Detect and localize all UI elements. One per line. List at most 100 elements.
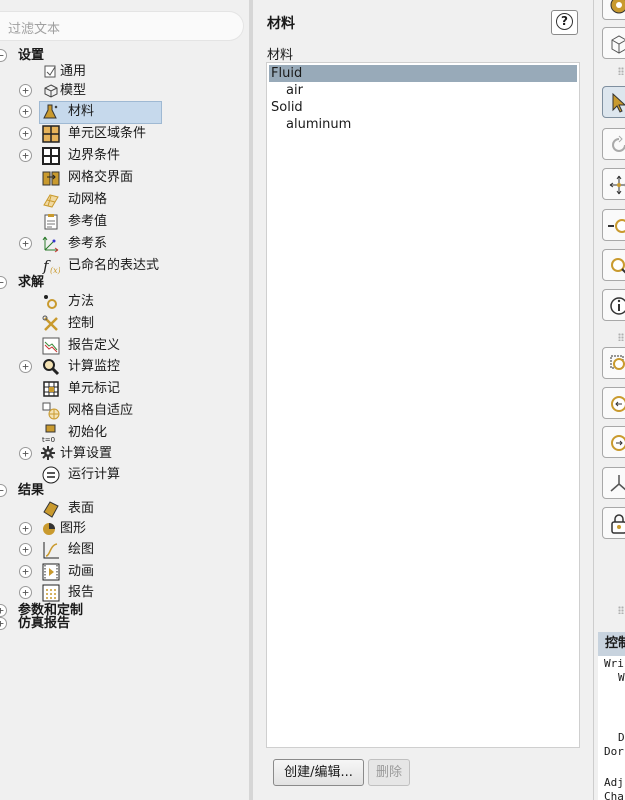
tree-item-materials[interactable]: + 材料 <box>0 101 240 124</box>
probe-info-button[interactable] <box>602 289 625 321</box>
expand-icon[interactable]: + <box>19 522 32 535</box>
expand-icon[interactable]: + <box>19 360 32 373</box>
tree-item-mesh-interfaces[interactable]: 网格交界面 <box>0 167 240 188</box>
initialization-icon: t=0 <box>42 424 56 444</box>
pointer-icon <box>612 92 625 113</box>
mesh-adapt-icon <box>42 402 60 420</box>
toolbar-grip <box>618 606 624 614</box>
zoom-next-icon <box>611 435 625 451</box>
report-chart-icon <box>42 337 60 355</box>
tree-item-animations[interactable]: + 动画 <box>0 561 240 582</box>
tree-item-methods[interactable]: 方法 <box>0 291 240 312</box>
reference-values-icon <box>44 214 58 230</box>
filter-input[interactable]: 过滤文本 <box>0 11 244 41</box>
expand-icon[interactable]: + <box>19 149 32 162</box>
dynamic-mesh-icon <box>43 194 59 208</box>
mesh-interface-icon <box>42 171 60 186</box>
info-icon <box>610 297 625 315</box>
tree-item-general[interactable]: 通用 <box>0 61 240 82</box>
console-line: Wri <box>604 657 624 670</box>
animation-icon <box>42 563 60 581</box>
general-icon <box>44 65 56 78</box>
expand-icon[interactable]: + <box>19 105 32 118</box>
expand-icon[interactable]: + <box>19 127 32 140</box>
tree-item-dynamic-mesh[interactable]: 动网格 <box>0 189 240 210</box>
expand-icon[interactable]: + <box>19 565 32 578</box>
surface-icon <box>43 501 59 518</box>
collapse-icon[interactable]: − <box>0 276 7 289</box>
list-item-solid[interactable]: Solid <box>271 99 303 116</box>
tree-item-cell-registers[interactable]: 单元标记 <box>0 378 240 399</box>
plot-icon <box>43 542 59 559</box>
zoom-previous-icon <box>611 396 625 412</box>
console-title: 控制 <box>598 632 625 656</box>
tree-item-graphics[interactable]: + 图形 <box>0 518 240 539</box>
toolbar-grip <box>618 67 624 75</box>
outline-tree-panel: 过滤文本 − 设置 通用 + 模型 + 材料 + 单元区域条件 + 边界条件 网… <box>0 0 249 800</box>
tree-item-cell-zones[interactable]: + 单元区域条件 <box>0 123 240 144</box>
help-button[interactable]: ? <box>551 10 578 35</box>
lock-icon <box>611 514 625 534</box>
axis-triad-icon <box>610 475 625 492</box>
toolbar-grip <box>618 333 624 341</box>
pan-icon <box>609 175 625 195</box>
tree-item-reference-frames[interactable]: + 参考系 <box>0 233 240 254</box>
create-edit-button[interactable]: 创建/编辑... <box>273 759 364 786</box>
expand-icon[interactable]: + <box>19 237 32 250</box>
view-options-button[interactable] <box>602 0 625 20</box>
collapse-icon[interactable]: − <box>0 484 7 497</box>
methods-icon <box>44 295 57 309</box>
expand-icon[interactable]: + <box>19 84 32 97</box>
tree-item-boundary-conditions[interactable]: + 边界条件 <box>0 145 240 166</box>
rotate-button[interactable] <box>602 128 625 160</box>
lock-view-button[interactable] <box>602 507 625 539</box>
zoom-next-button[interactable] <box>602 426 625 458</box>
select-pointer-button[interactable] <box>602 86 625 118</box>
console-panel[interactable]: 控制 Wri W D Dor Adj Cha <box>598 632 625 800</box>
expand-icon[interactable]: + <box>0 617 7 630</box>
list-item-air[interactable]: air <box>286 82 303 99</box>
pan-button[interactable] <box>602 168 625 200</box>
list-item-aluminum[interactable]: aluminum <box>286 116 351 133</box>
materials-list[interactable]: Fluid air Solid aluminum <box>266 62 580 748</box>
tree-item-monitors[interactable]: + 计算监控 <box>0 356 240 377</box>
zoom-previous-button[interactable] <box>602 387 625 419</box>
zoom-button[interactable] <box>602 249 625 281</box>
zoom-to-area-button[interactable] <box>602 347 625 379</box>
tree-item-surfaces[interactable]: 表面 <box>0 498 240 519</box>
graphics-toolbar <box>594 0 625 632</box>
zoom-out-button[interactable] <box>602 209 625 241</box>
cell-zone-icon <box>42 125 60 143</box>
rotate-icon <box>612 135 625 152</box>
expand-icon[interactable]: + <box>19 586 32 599</box>
cube-view-icon <box>611 35 625 54</box>
delete-button[interactable]: 删除 <box>368 759 410 786</box>
view-cube-button[interactable] <box>602 27 625 59</box>
axis-view-button[interactable] <box>602 467 625 499</box>
tree-item-report-definitions[interactable]: 报告定义 <box>0 335 240 356</box>
materials-task-panel: 材料 ? 材料 Fluid air Solid aluminum 创建/编辑..… <box>253 0 593 800</box>
console-line: Dor <box>604 745 624 758</box>
tree-item-reference-values[interactable]: 参考值 <box>0 211 240 232</box>
tree-item-models[interactable]: + 模型 <box>0 80 240 101</box>
list-item-fluid[interactable]: Fluid <box>269 65 577 82</box>
tree-item-plots[interactable]: + 绘图 <box>0 539 240 560</box>
settings-wheel-icon <box>610 0 625 14</box>
expand-icon[interactable]: + <box>19 543 32 556</box>
tree-item-initialization[interactable]: t=0 初始化 <box>0 422 240 444</box>
zoom-icon <box>611 258 625 274</box>
tree-item-mesh-adaption[interactable]: 网格自适应 <box>0 400 240 421</box>
tree-item-controls[interactable]: 控制 <box>0 313 240 334</box>
console-line: W <box>618 671 625 684</box>
zoom-area-icon <box>610 355 625 370</box>
tree-item-calculation-activities[interactable]: + 计算设置 <box>0 443 240 464</box>
tree-category-simulation-reports[interactable]: + 仿真报告 <box>0 613 240 634</box>
console-line: Cha <box>604 790 624 800</box>
flask-icon <box>43 104 58 119</box>
cell-register-icon <box>43 381 59 397</box>
console-line: Adj <box>604 776 624 789</box>
filter-placeholder: 过滤文本 <box>8 22 61 37</box>
tools-icon <box>42 315 58 331</box>
expand-icon[interactable]: + <box>19 447 32 460</box>
tree-category-solution[interactable]: − 求解 <box>0 272 240 293</box>
